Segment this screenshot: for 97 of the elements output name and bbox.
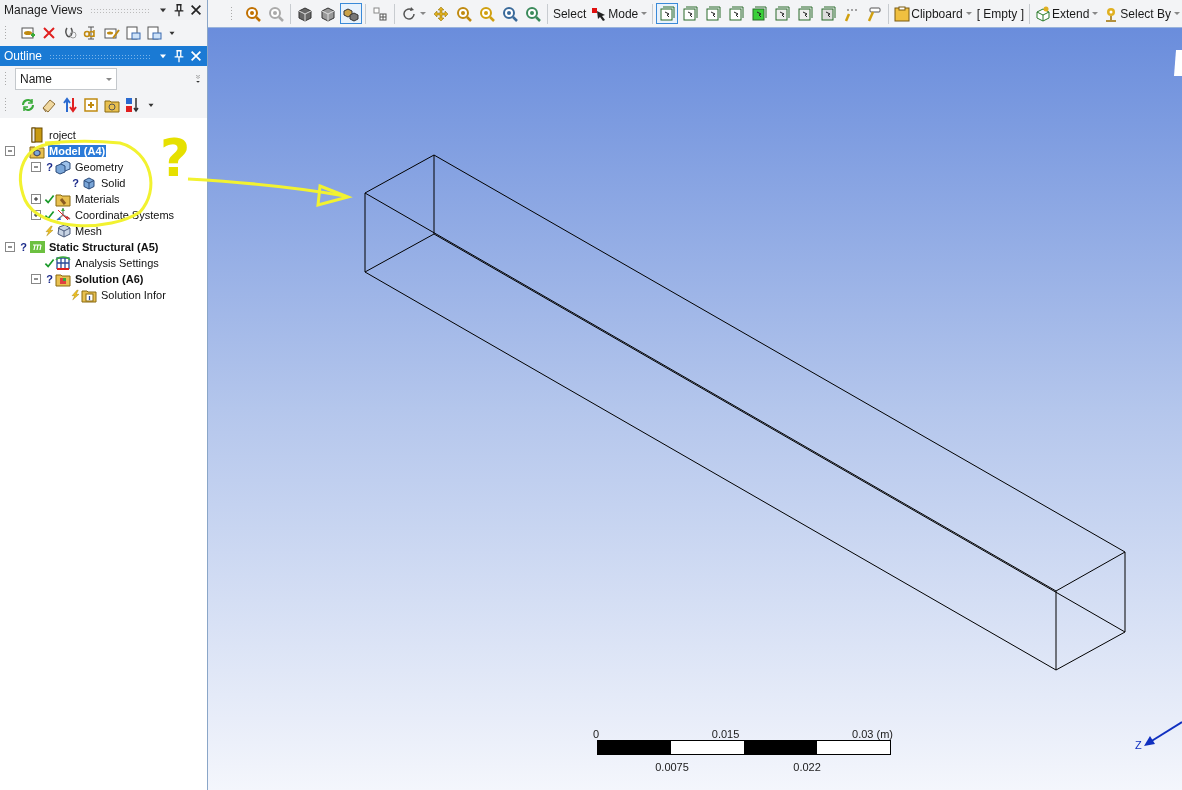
view-icon[interactable] [20, 25, 36, 41]
scale-label: 0.015 [711, 728, 740, 740]
lightning-icon [44, 225, 55, 237]
info-folder-icon [81, 287, 97, 303]
toolbar-menu[interactable]: Extend [1032, 5, 1101, 22]
toolbar-menu[interactable]: Clipboard [892, 5, 974, 22]
check-icon [44, 209, 55, 221]
caret-icon [641, 12, 648, 15]
collapse-icon[interactable] [30, 161, 42, 173]
add-box-icon[interactable] [83, 97, 99, 113]
lightning-icon [70, 289, 81, 301]
caret-icon [965, 12, 972, 15]
document-icon[interactable] [146, 25, 162, 41]
sort-dropdown[interactable]: Name [15, 68, 117, 90]
caret-icon [1092, 12, 1099, 15]
cursor-icon [591, 5, 608, 22]
eraser-icon[interactable] [41, 97, 57, 113]
axis-arrow-icon [1144, 721, 1182, 746]
magnifier-icon [478, 5, 495, 22]
magnifier-icon [501, 5, 518, 22]
face-select-icon [774, 5, 791, 22]
logo-fragment-icon [1174, 50, 1182, 76]
face-select-icon [659, 5, 676, 22]
cube-icon [296, 5, 313, 22]
tree-item[interactable]: Mesh [74, 225, 103, 237]
face-select-icon [705, 5, 722, 22]
magnifier-icon [244, 5, 261, 22]
status-mark: ? [46, 273, 53, 285]
expand-icon[interactable] [30, 193, 42, 205]
clipboard-icon [894, 5, 911, 22]
probe-icon [866, 5, 883, 22]
cube-icon [81, 175, 97, 191]
status-mark: ? [72, 177, 79, 189]
magnifier-icon [267, 5, 284, 22]
face-select-icon [751, 5, 768, 22]
check-icon [44, 257, 55, 269]
folder-icon[interactable] [104, 97, 120, 113]
caret-icon [1174, 12, 1180, 15]
face-select-button[interactable] [656, 3, 679, 24]
settings-grid-icon [55, 255, 71, 271]
model-folder-icon [29, 143, 45, 159]
close-icon[interactable] [189, 2, 203, 18]
panel-title: Outline [4, 49, 43, 63]
check-icon [44, 193, 55, 205]
toolbar-menu[interactable]: Mode [589, 5, 650, 22]
rotate-icon [400, 5, 417, 22]
edit-view-icon[interactable] [104, 25, 120, 41]
status-mark: ? [46, 161, 53, 173]
solution-folder-icon [55, 271, 71, 287]
scale-label: 0 [593, 728, 600, 740]
cube-icon [55, 159, 71, 175]
book-icon [29, 127, 45, 143]
axis-label: Z [1135, 739, 1142, 751]
magnifier-icon [524, 5, 541, 22]
mesh-icon [55, 223, 71, 239]
scale-label: 0.03 (m) [852, 728, 893, 740]
cube-icon [1034, 5, 1051, 22]
tree-item[interactable]: roject [48, 129, 77, 141]
axes-icon [55, 207, 71, 223]
toolbar-label: [ Empty ] [975, 6, 1025, 21]
magnifier-icon [455, 5, 472, 22]
caret-icon [106, 77, 112, 81]
document-icon[interactable] [125, 25, 141, 41]
cube-icon [319, 5, 336, 22]
question-mark-annotation: ? [160, 128, 191, 188]
delete-icon[interactable] [41, 25, 57, 41]
structural-icon [29, 239, 45, 255]
refresh-icon[interactable] [20, 97, 36, 113]
tree-item[interactable]: Solution (A6) [74, 273, 145, 285]
face-select-icon [820, 5, 837, 22]
panel-title: Manage Views [4, 3, 83, 17]
expand-icon[interactable] [30, 209, 42, 221]
cubes-button[interactable] [339, 3, 362, 24]
tree-item[interactable]: Solid [100, 177, 127, 189]
materials-folder-icon [55, 191, 71, 207]
toolbar-label: Select [551, 6, 588, 21]
face-select-icon [797, 5, 814, 22]
sort-arrows-icon[interactable] [62, 97, 78, 113]
sort-icon[interactable] [125, 97, 141, 113]
scale-label: 0.022 [793, 761, 821, 773]
status-mark: ? [20, 241, 27, 253]
tree-item[interactable]: Static Structural (A5) [48, 241, 160, 253]
face-select-icon [682, 5, 699, 22]
face-select-icon [728, 5, 745, 22]
collapse-icon[interactable] [4, 145, 16, 157]
tree-item[interactable]: Analysis Settings [74, 257, 160, 269]
scale-label: 0.0075 [655, 761, 689, 773]
squares-icon [371, 5, 388, 22]
tree-item[interactable]: Model (A4) [48, 145, 107, 157]
tree-item[interactable]: Solution Infor [100, 289, 167, 301]
tree-item[interactable]: Geometry [74, 161, 125, 173]
toolbar-menu[interactable]: Select By [1101, 5, 1182, 22]
tree-item[interactable]: Materials [74, 193, 121, 205]
collapse-icon[interactable] [30, 273, 42, 285]
collapse-icon[interactable] [4, 241, 16, 253]
move-icon [432, 5, 449, 22]
pin-icon[interactable] [172, 2, 186, 18]
